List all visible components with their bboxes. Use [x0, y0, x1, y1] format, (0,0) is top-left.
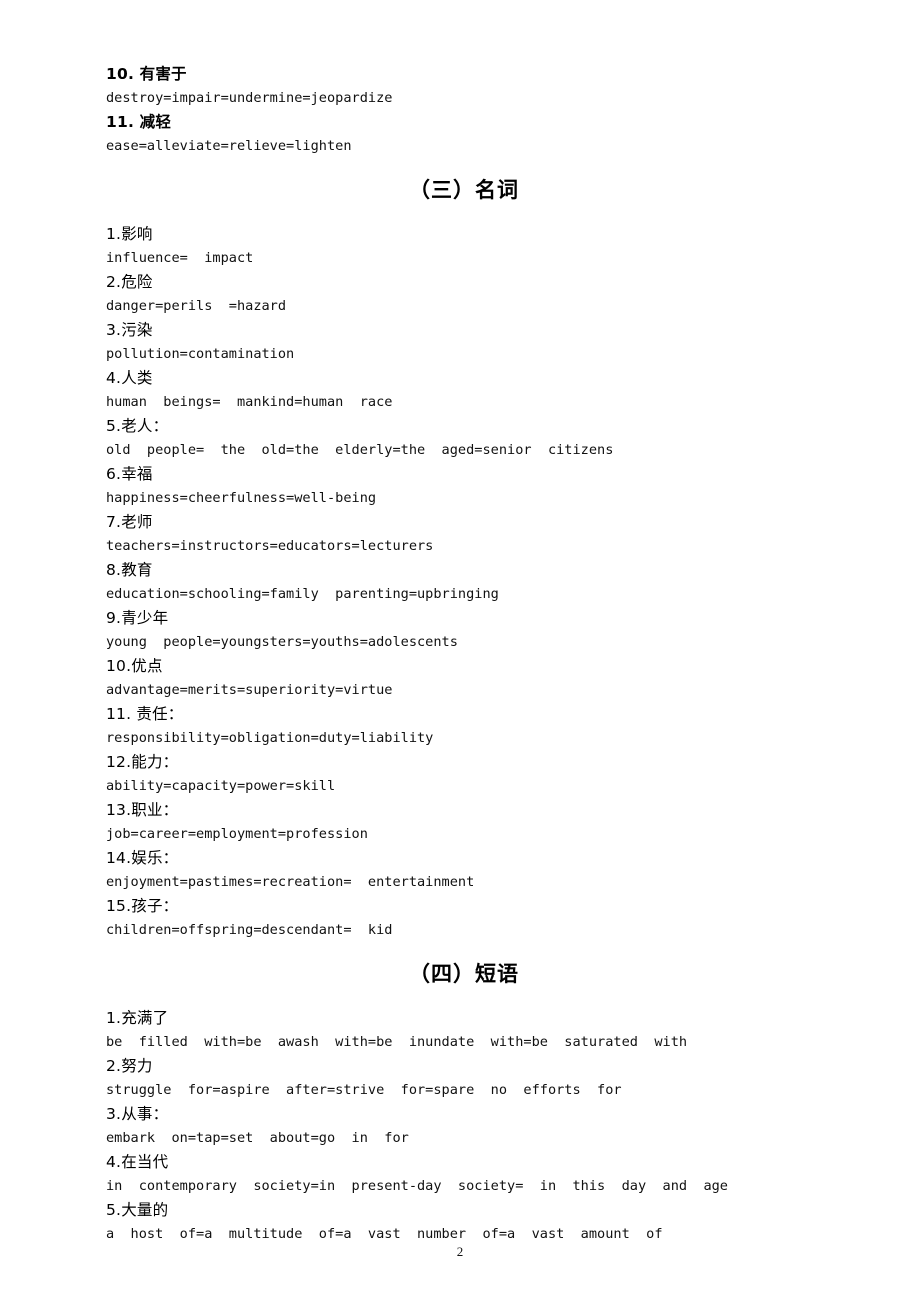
entry-heading: 5.大量的	[106, 1201, 169, 1219]
entry: 7.老师 teachers=instructors=educators=lect…	[106, 510, 822, 558]
entry-heading: 7.老师	[106, 513, 153, 531]
entry-heading: 8.教育	[106, 561, 153, 579]
entry: 12.能力： ability=capacity=power=skill	[106, 750, 822, 798]
entry-heading: 12.能力：	[106, 753, 179, 771]
entry: 4.在当代 in contemporary society=in present…	[106, 1150, 822, 1198]
entry: 1.影响 influence= impact	[106, 222, 822, 270]
section-heading-nouns: （三）名词	[409, 178, 519, 202]
entry: 15.孩子： children=offspring=descendant= ki…	[106, 894, 822, 942]
entry-synonyms: struggle for=aspire after=strive for=spa…	[106, 1082, 622, 1098]
entry: 1.充满了 be filled with=be awash with=be in…	[106, 1006, 822, 1054]
entry-synonyms: responsibility=obligation=duty=liability	[106, 730, 434, 746]
page-number: 2	[456, 1244, 464, 1259]
page-content: 10. 有害于 destroy=impair=undermine=jeopard…	[106, 62, 822, 1246]
entry-synonyms: job=career=employment=profession	[106, 826, 368, 842]
entry-heading: 13.职业：	[106, 801, 179, 819]
entry-heading: 3.污染	[106, 321, 153, 339]
entry-synonyms: influence= impact	[106, 250, 254, 266]
entry-synonyms: destroy=impair=undermine=jeopardize	[106, 90, 393, 106]
entry: 5.老人： old people= the old=the elderly=th…	[106, 414, 822, 462]
entry: 10. 有害于 destroy=impair=undermine=jeopard…	[106, 62, 822, 110]
entry-synonyms: education=schooling=family parenting=upb…	[106, 586, 499, 602]
entry-heading: 2.努力	[106, 1057, 153, 1075]
entry: 10.优点 advantage=merits=superiority=virtu…	[106, 654, 822, 702]
entry-heading: 4.人类	[106, 369, 153, 387]
section-heading-phrases: （四）短语	[409, 962, 519, 986]
entry-heading: 1.充满了	[106, 1009, 169, 1027]
entry-heading: 15.孩子：	[106, 897, 179, 915]
entry-heading: 2.危险	[106, 273, 153, 291]
entry-heading: 10.优点	[106, 657, 163, 675]
entry-synonyms: pollution=contamination	[106, 346, 295, 362]
entry-synonyms: young people=youngsters=youths=adolescen…	[106, 634, 458, 650]
entry-synonyms: ease=alleviate=relieve=lighten	[106, 138, 352, 154]
entry-synonyms: in contemporary society=in present-day s…	[106, 1178, 728, 1194]
entry-heading: 4.在当代	[106, 1153, 169, 1171]
entry: 2.危险 danger=perils =hazard	[106, 270, 822, 318]
entry: 3.污染 pollution=contamination	[106, 318, 822, 366]
entry-heading: 3.从事：	[106, 1105, 169, 1123]
section-phrases-entries: 1.充满了 be filled with=be awash with=be in…	[106, 1006, 822, 1246]
entry-synonyms: enjoyment=pastimes=recreation= entertain…	[106, 874, 475, 890]
entry-heading: 5.老人：	[106, 417, 169, 435]
entry-heading: 10. 有害于	[106, 65, 187, 83]
entry: 11. 责任： responsibility=obligation=duty=l…	[106, 702, 822, 750]
entry-synonyms: human beings= mankind=human race	[106, 394, 393, 410]
entry-synonyms: old people= the old=the elderly=the aged…	[106, 442, 614, 458]
entry-heading: 14.娱乐：	[106, 849, 179, 867]
section-nouns-entries: 1.影响 influence= impact 2.危险 danger=peril…	[106, 222, 822, 942]
document-page: 10. 有害于 destroy=impair=undermine=jeopard…	[0, 0, 920, 1302]
entry: 3.从事： embark on=tap=set about=go in for	[106, 1102, 822, 1150]
entry-synonyms: be filled with=be awash with=be inundate…	[106, 1034, 688, 1050]
entry-synonyms: embark on=tap=set about=go in for	[106, 1130, 409, 1146]
entry: 11. 减轻 ease=alleviate=relieve=lighten	[106, 110, 822, 158]
entry-synonyms: advantage=merits=superiority=virtue	[106, 682, 393, 698]
entry: 14.娱乐： enjoyment=pastimes=recreation= en…	[106, 846, 822, 894]
entry: 4.人类 human beings= mankind=human race	[106, 366, 822, 414]
entry: 8.教育 education=schooling=family parentin…	[106, 558, 822, 606]
entry-heading: 11. 责任：	[106, 705, 184, 723]
entry: 9.青少年 young people=youngsters=youths=ado…	[106, 606, 822, 654]
entry-synonyms: a host of=a multitude of=a vast number o…	[106, 1226, 663, 1242]
entry-synonyms: teachers=instructors=educators=lecturers	[106, 538, 434, 554]
entry-heading: 11. 减轻	[106, 113, 172, 131]
entry: 6.幸福 happiness=cheerfulness=well-being	[106, 462, 822, 510]
entry-synonyms: children=offspring=descendant= kid	[106, 922, 393, 938]
entry-heading: 6.幸福	[106, 465, 153, 483]
entry-synonyms: ability=capacity=power=skill	[106, 778, 336, 794]
top-entries-block: 10. 有害于 destroy=impair=undermine=jeopard…	[106, 62, 822, 158]
entry: 13.职业： job=career=employment=profession	[106, 798, 822, 846]
entry-heading: 9.青少年	[106, 609, 169, 627]
entry: 5.大量的 a host of=a multitude of=a vast nu…	[106, 1198, 822, 1246]
entry-synonyms: danger=perils =hazard	[106, 298, 287, 314]
entry-heading: 1.影响	[106, 225, 153, 243]
entry: 2.努力 struggle for=aspire after=strive fo…	[106, 1054, 822, 1102]
entry-synonyms: happiness=cheerfulness=well-being	[106, 490, 377, 506]
